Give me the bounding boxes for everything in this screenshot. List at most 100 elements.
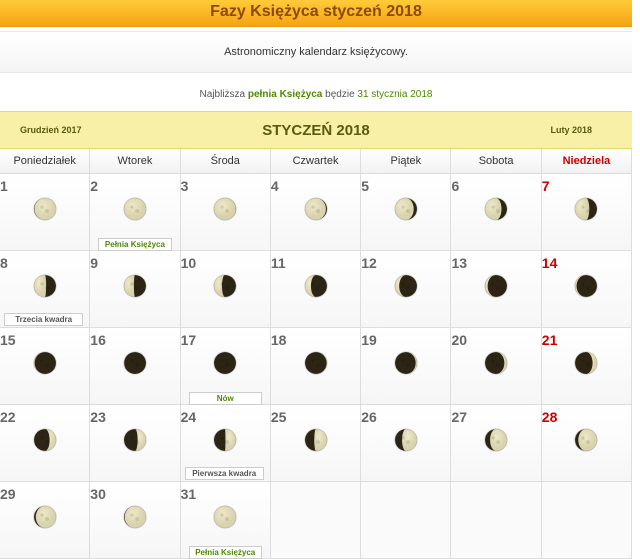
next-full-moon-info: Najbliższa pełnia Księżyca będzie 31 sty… (0, 73, 632, 111)
moon-phase-icon (123, 506, 146, 528)
weekday-header: Poniedziałek Wtorek Środa Czwartek Piątek Sob… (0, 149, 633, 174)
moon-phase-icon (304, 352, 327, 374)
day-cell-27[interactable]: 27 (451, 405, 542, 482)
phase-event-label: Pełnia Księżyca (188, 546, 262, 559)
moon-phase-icon (394, 429, 417, 451)
moon-phase-icon (33, 429, 56, 451)
day-number: 25 (270, 409, 287, 425)
day-number: 28 (541, 409, 558, 425)
weekday-4: Piątek (361, 149, 452, 173)
day-cell-16[interactable]: 16 (90, 328, 181, 405)
day-cell-18[interactable]: 18 (270, 328, 362, 405)
day-number: 1 (0, 178, 8, 194)
subtitle: Astronomiczny kalendarz księżycowy. (0, 31, 632, 73)
day-cell-2[interactable]: 2 Pełnia Księżyca (90, 174, 181, 251)
day-cell-14[interactable]: 14 (541, 251, 633, 328)
moon-phase-icon (214, 352, 237, 374)
day-number: 17 (180, 332, 197, 348)
day-cell-12[interactable]: 12 (361, 251, 452, 328)
day-cell-25[interactable]: 25 (270, 405, 362, 482)
day-cell-19[interactable]: 19 (361, 328, 452, 405)
moon-phase-icon (575, 275, 598, 297)
day-number: 14 (541, 255, 558, 271)
moon-phase-icon (394, 275, 417, 297)
day-number: 12 (361, 255, 377, 271)
moon-phase-icon (123, 198, 146, 220)
phase-event-label: Trzecia kwadra (4, 313, 84, 326)
day-cell-20[interactable]: 20 (451, 328, 542, 405)
phase-event-label: Nów (188, 392, 262, 405)
empty-cell (361, 482, 452, 559)
day-cell-10[interactable]: 10 (180, 251, 271, 328)
moon-phase-icon (123, 275, 146, 297)
day-cell-29[interactable]: 29 (0, 482, 91, 559)
moon-phase-icon (575, 352, 598, 374)
moon-phase-icon (214, 198, 237, 220)
empty-cell (541, 482, 633, 559)
day-cell-30[interactable]: 30 (90, 482, 181, 559)
day-cell-7[interactable]: 7 (541, 174, 633, 251)
day-number: 26 (361, 409, 377, 425)
day-cell-4[interactable]: 4 (270, 174, 362, 251)
moon-phase-icon (214, 429, 237, 451)
day-number: 6 (451, 178, 460, 194)
moon-calendar-page: Fazy Księżyca styczeń 2018 Astronomiczny… (0, 0, 633, 559)
month-navigation: Grudzień 2017 STYCZEŃ 2018 Luty 2018 (0, 111, 632, 149)
day-number: 22 (0, 409, 16, 425)
day-cell-26[interactable]: 26 (361, 405, 452, 482)
moon-phase-icon (485, 198, 508, 220)
empty-cell (451, 482, 542, 559)
day-cell-11[interactable]: 11 (270, 251, 362, 328)
next-month-link[interactable]: Luty 2018 (550, 125, 592, 135)
day-number: 13 (451, 255, 468, 271)
phase-event-label: Pełnia Księżyca (98, 238, 172, 251)
day-cell-9[interactable]: 9 (90, 251, 181, 328)
page-title: Fazy Księżyca styczeń 2018 (210, 3, 422, 20)
day-cell-8[interactable]: 8 Trzecia kwadra (0, 251, 91, 328)
moon-phase-icon (485, 352, 508, 374)
day-cell-31[interactable]: 31 Pełnia Księżyca (180, 482, 271, 559)
day-cell-24[interactable]: 24 Pierwsza kwadra (180, 405, 271, 482)
day-number: 7 (541, 178, 550, 194)
day-number: 27 (451, 409, 468, 425)
current-month-title: STYCZEŃ 2018 (262, 121, 370, 139)
moon-phase-icon (485, 275, 508, 297)
moon-phase-icon (33, 198, 56, 220)
title-bar: Fazy Księżyca styczeń 2018 (0, 0, 632, 27)
day-number: 24 (180, 409, 197, 425)
day-number: 29 (0, 486, 16, 502)
day-cell-5[interactable]: 5 (361, 174, 452, 251)
day-number: 23 (90, 409, 106, 425)
moon-phase-icon (33, 275, 56, 297)
moon-phase-icon (304, 275, 327, 297)
day-cell-22[interactable]: 22 (0, 405, 91, 482)
phase-event-label: Pierwsza kwadra (184, 467, 264, 480)
full-moon-date-link[interactable]: 31 stycznia 2018 (357, 89, 432, 100)
day-cell-23[interactable]: 23 (90, 405, 181, 482)
day-number: 10 (180, 255, 197, 271)
day-number: 31 (180, 486, 197, 502)
day-cell-13[interactable]: 13 (451, 251, 542, 328)
moon-phase-icon (304, 429, 327, 451)
day-cell-15[interactable]: 15 (0, 328, 91, 405)
day-number: 16 (90, 332, 106, 348)
moon-phase-icon (214, 506, 237, 528)
prev-month-link[interactable]: Grudzień 2017 (20, 125, 82, 135)
day-number: 19 (361, 332, 377, 348)
day-cell-21[interactable]: 21 (541, 328, 633, 405)
day-number: 9 (90, 255, 99, 271)
day-cell-17[interactable]: 17 Nów (180, 328, 271, 405)
day-cell-6[interactable]: 6 (451, 174, 542, 251)
weekday-3: Czwartek (270, 149, 362, 173)
day-cell-3[interactable]: 3 (180, 174, 271, 251)
moon-phase-icon (123, 429, 146, 451)
day-cell-28[interactable]: 28 (541, 405, 633, 482)
moon-phase-icon (575, 429, 598, 451)
day-cell-1[interactable]: 1 (0, 174, 91, 251)
weekday-0: Poniedziałek (0, 149, 91, 173)
moon-phase-icon (214, 275, 237, 297)
moon-phase-icon (485, 429, 508, 451)
day-number: 18 (270, 332, 287, 348)
full-moon-link[interactable]: pełnia Księżyca (248, 89, 322, 100)
subtitle-text: Astronomiczny kalendarz księżycowy. (224, 46, 408, 58)
